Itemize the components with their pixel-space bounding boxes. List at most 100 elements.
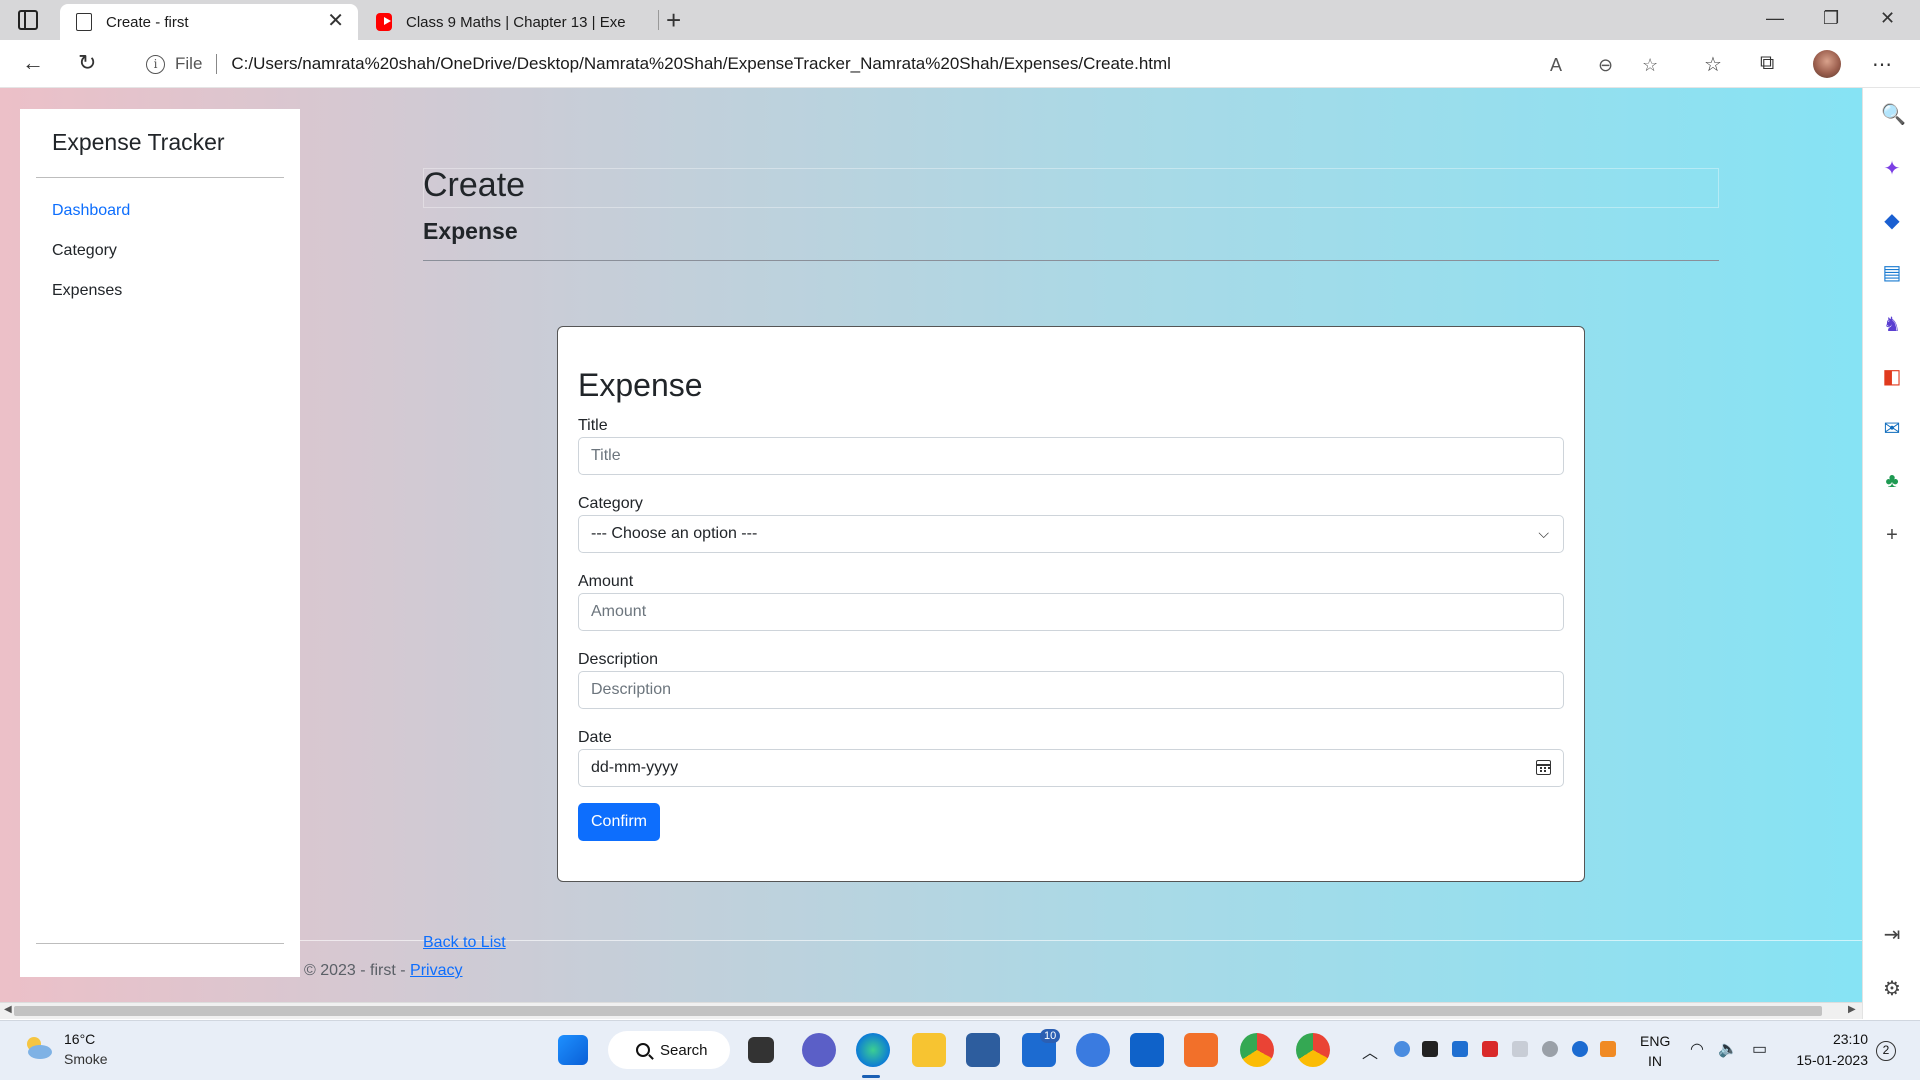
clock-time[interactable]: 23:10	[1833, 1031, 1868, 1047]
shopping-tag-icon[interactable]: ◆	[1881, 210, 1903, 232]
language-region[interactable]: IN	[1648, 1053, 1662, 1069]
language-code[interactable]: ENG	[1640, 1033, 1670, 1049]
tray-chromium-icon[interactable]	[1394, 1041, 1410, 1057]
weather-description: Smoke	[64, 1051, 108, 1067]
app-s-icon[interactable]	[966, 1033, 1000, 1067]
back-icon[interactable]: ←	[22, 50, 44, 76]
add-icon[interactable]: +	[1881, 524, 1903, 546]
tree-icon[interactable]: ♣	[1881, 470, 1903, 492]
active-app-indicator	[862, 1075, 880, 1078]
tab-create-first[interactable]: Create - first ✕	[60, 4, 358, 40]
clock-date[interactable]: 15-01-2023	[1796, 1052, 1868, 1068]
description-label: Description	[578, 651, 659, 668]
refresh-icon[interactable]: ↻	[78, 50, 96, 76]
sidebar: Expense Tracker Dashboard Category Expen…	[20, 109, 300, 977]
date-input[interactable]: dd-mm-yyyy	[578, 749, 1564, 787]
java-icon[interactable]	[1600, 1041, 1616, 1057]
youtube-icon	[376, 13, 392, 31]
onedrive-icon[interactable]	[1542, 1041, 1558, 1057]
weather-cloud-icon[interactable]	[22, 1033, 54, 1061]
title-input[interactable]	[578, 437, 1564, 475]
title-label: Title	[578, 417, 608, 434]
battery-icon[interactable]: ▭	[1752, 1039, 1767, 1059]
minimize-icon[interactable]: —	[1766, 8, 1784, 29]
defender-icon[interactable]	[1452, 1041, 1468, 1057]
new-tab-icon[interactable]: +	[666, 4, 681, 36]
profile-avatar[interactable]	[1813, 50, 1841, 78]
games-icon[interactable]: ♞	[1881, 314, 1903, 336]
category-select[interactable]: --- Choose an option --- ⌵	[578, 515, 1564, 553]
mail-badge: 10	[1040, 1029, 1061, 1043]
favorites-icon[interactable]: ☆	[1704, 52, 1722, 77]
tray-network-icon[interactable]	[1512, 1041, 1528, 1057]
brand-title[interactable]: Expense Tracker	[52, 129, 225, 156]
back-to-list-link[interactable]: Back to List	[423, 934, 506, 952]
task-view-icon[interactable]	[748, 1037, 774, 1063]
close-tab-icon[interactable]: ✕	[327, 11, 344, 31]
tray-app-icon[interactable]	[1482, 1041, 1498, 1057]
title-frame	[423, 168, 1719, 208]
zoom-out-icon[interactable]: ⊖	[1598, 55, 1613, 76]
amount-input[interactable]	[578, 593, 1564, 631]
collections-icon[interactable]: ⧉	[1760, 52, 1774, 75]
info-icon[interactable]: i	[146, 54, 165, 74]
office-icon[interactable]: ◧	[1881, 366, 1903, 388]
browser-tab-bar: Create - first ✕ Class 9 Maths | Chapter…	[0, 0, 1920, 40]
search-icon[interactable]: 🔍	[1881, 104, 1906, 126]
url-divider	[216, 54, 218, 74]
sidebar-item-expenses[interactable]: Expenses	[52, 282, 122, 300]
confirm-button[interactable]: Confirm	[578, 803, 661, 841]
category-label: Category	[578, 495, 643, 512]
heading-divider	[423, 260, 1719, 261]
scroll-left-icon[interactable]: ◀	[4, 1004, 12, 1015]
page-viewport: Expense Tracker Dashboard Category Expen…	[0, 88, 1862, 1019]
category-selected-value: --- Choose an option ---	[591, 525, 758, 542]
tools-icon[interactable]: ▤	[1881, 262, 1903, 284]
add-favorite-icon[interactable]: ☆	[1642, 55, 1658, 76]
nvidia-icon[interactable]	[1422, 1041, 1438, 1057]
outlook-icon[interactable]: ✉	[1881, 418, 1903, 440]
restore-icon[interactable]: ❐	[1823, 8, 1839, 29]
read-aloud-icon[interactable]: A	[1550, 55, 1562, 76]
search-icon	[636, 1043, 650, 1057]
volume-icon[interactable]: 🔈	[1718, 1039, 1738, 1059]
horizontal-scrollbar[interactable]: ◀ ▶	[0, 1002, 1862, 1019]
close-window-icon[interactable]: ✕	[1880, 8, 1895, 29]
form-heading: Expense	[578, 367, 703, 403]
scrollbar-thumb[interactable]	[14, 1006, 1822, 1016]
remote-desktop-icon[interactable]	[1130, 1033, 1164, 1067]
sidebar-item-category[interactable]: Category	[52, 242, 117, 260]
scroll-right-icon[interactable]: ▶	[1848, 1004, 1856, 1015]
hide-sidebar-icon[interactable]: ⇥	[1881, 924, 1903, 946]
omnibox[interactable]: i File C:/Users/namrata%20shah/OneDrive/…	[124, 46, 1680, 82]
url-text[interactable]: C:/Users/namrata%20shah/OneDrive/Desktop…	[231, 54, 1171, 74]
calendar-icon[interactable]	[1536, 760, 1551, 775]
bluetooth-icon[interactable]	[1572, 1041, 1588, 1057]
description-input[interactable]	[578, 671, 1564, 709]
teams-chat-icon[interactable]	[802, 1033, 836, 1067]
edge-browser-icon[interactable]	[856, 1033, 890, 1067]
privacy-link[interactable]: Privacy	[410, 962, 462, 979]
start-icon[interactable]	[558, 1035, 588, 1065]
xampp-icon[interactable]	[1184, 1033, 1218, 1067]
settings-gear-icon[interactable]: ⚙	[1881, 978, 1903, 1000]
file-explorer-icon[interactable]	[912, 1033, 946, 1067]
tab-title: Create - first	[106, 13, 189, 31]
taskbar-search[interactable]: Search	[608, 1031, 730, 1069]
amount-label: Amount	[578, 573, 634, 590]
notification-count[interactable]: 2	[1876, 1041, 1896, 1061]
page-icon	[76, 13, 92, 31]
wifi-icon[interactable]: ◠	[1690, 1039, 1704, 1059]
chrome-icon[interactable]	[1240, 1033, 1274, 1067]
sidebar-item-dashboard[interactable]: Dashboard	[52, 202, 130, 220]
copilot-icon[interactable]: ✦	[1881, 158, 1903, 180]
sidebar-footer-divider	[36, 943, 284, 944]
tab-actions-icon[interactable]	[18, 10, 38, 30]
more-options-icon[interactable]: ⋯	[1872, 52, 1892, 77]
chevron-down-icon: ⌵	[1538, 525, 1549, 541]
page-title: Create	[423, 166, 526, 204]
chevron-up-icon[interactable]: ︿	[1362, 1039, 1378, 1063]
chromium-icon[interactable]	[1076, 1033, 1110, 1067]
chrome-profile-icon[interactable]	[1296, 1033, 1330, 1067]
tab-youtube[interactable]: Class 9 Maths | Chapter 13 | Exer	[360, 4, 658, 40]
